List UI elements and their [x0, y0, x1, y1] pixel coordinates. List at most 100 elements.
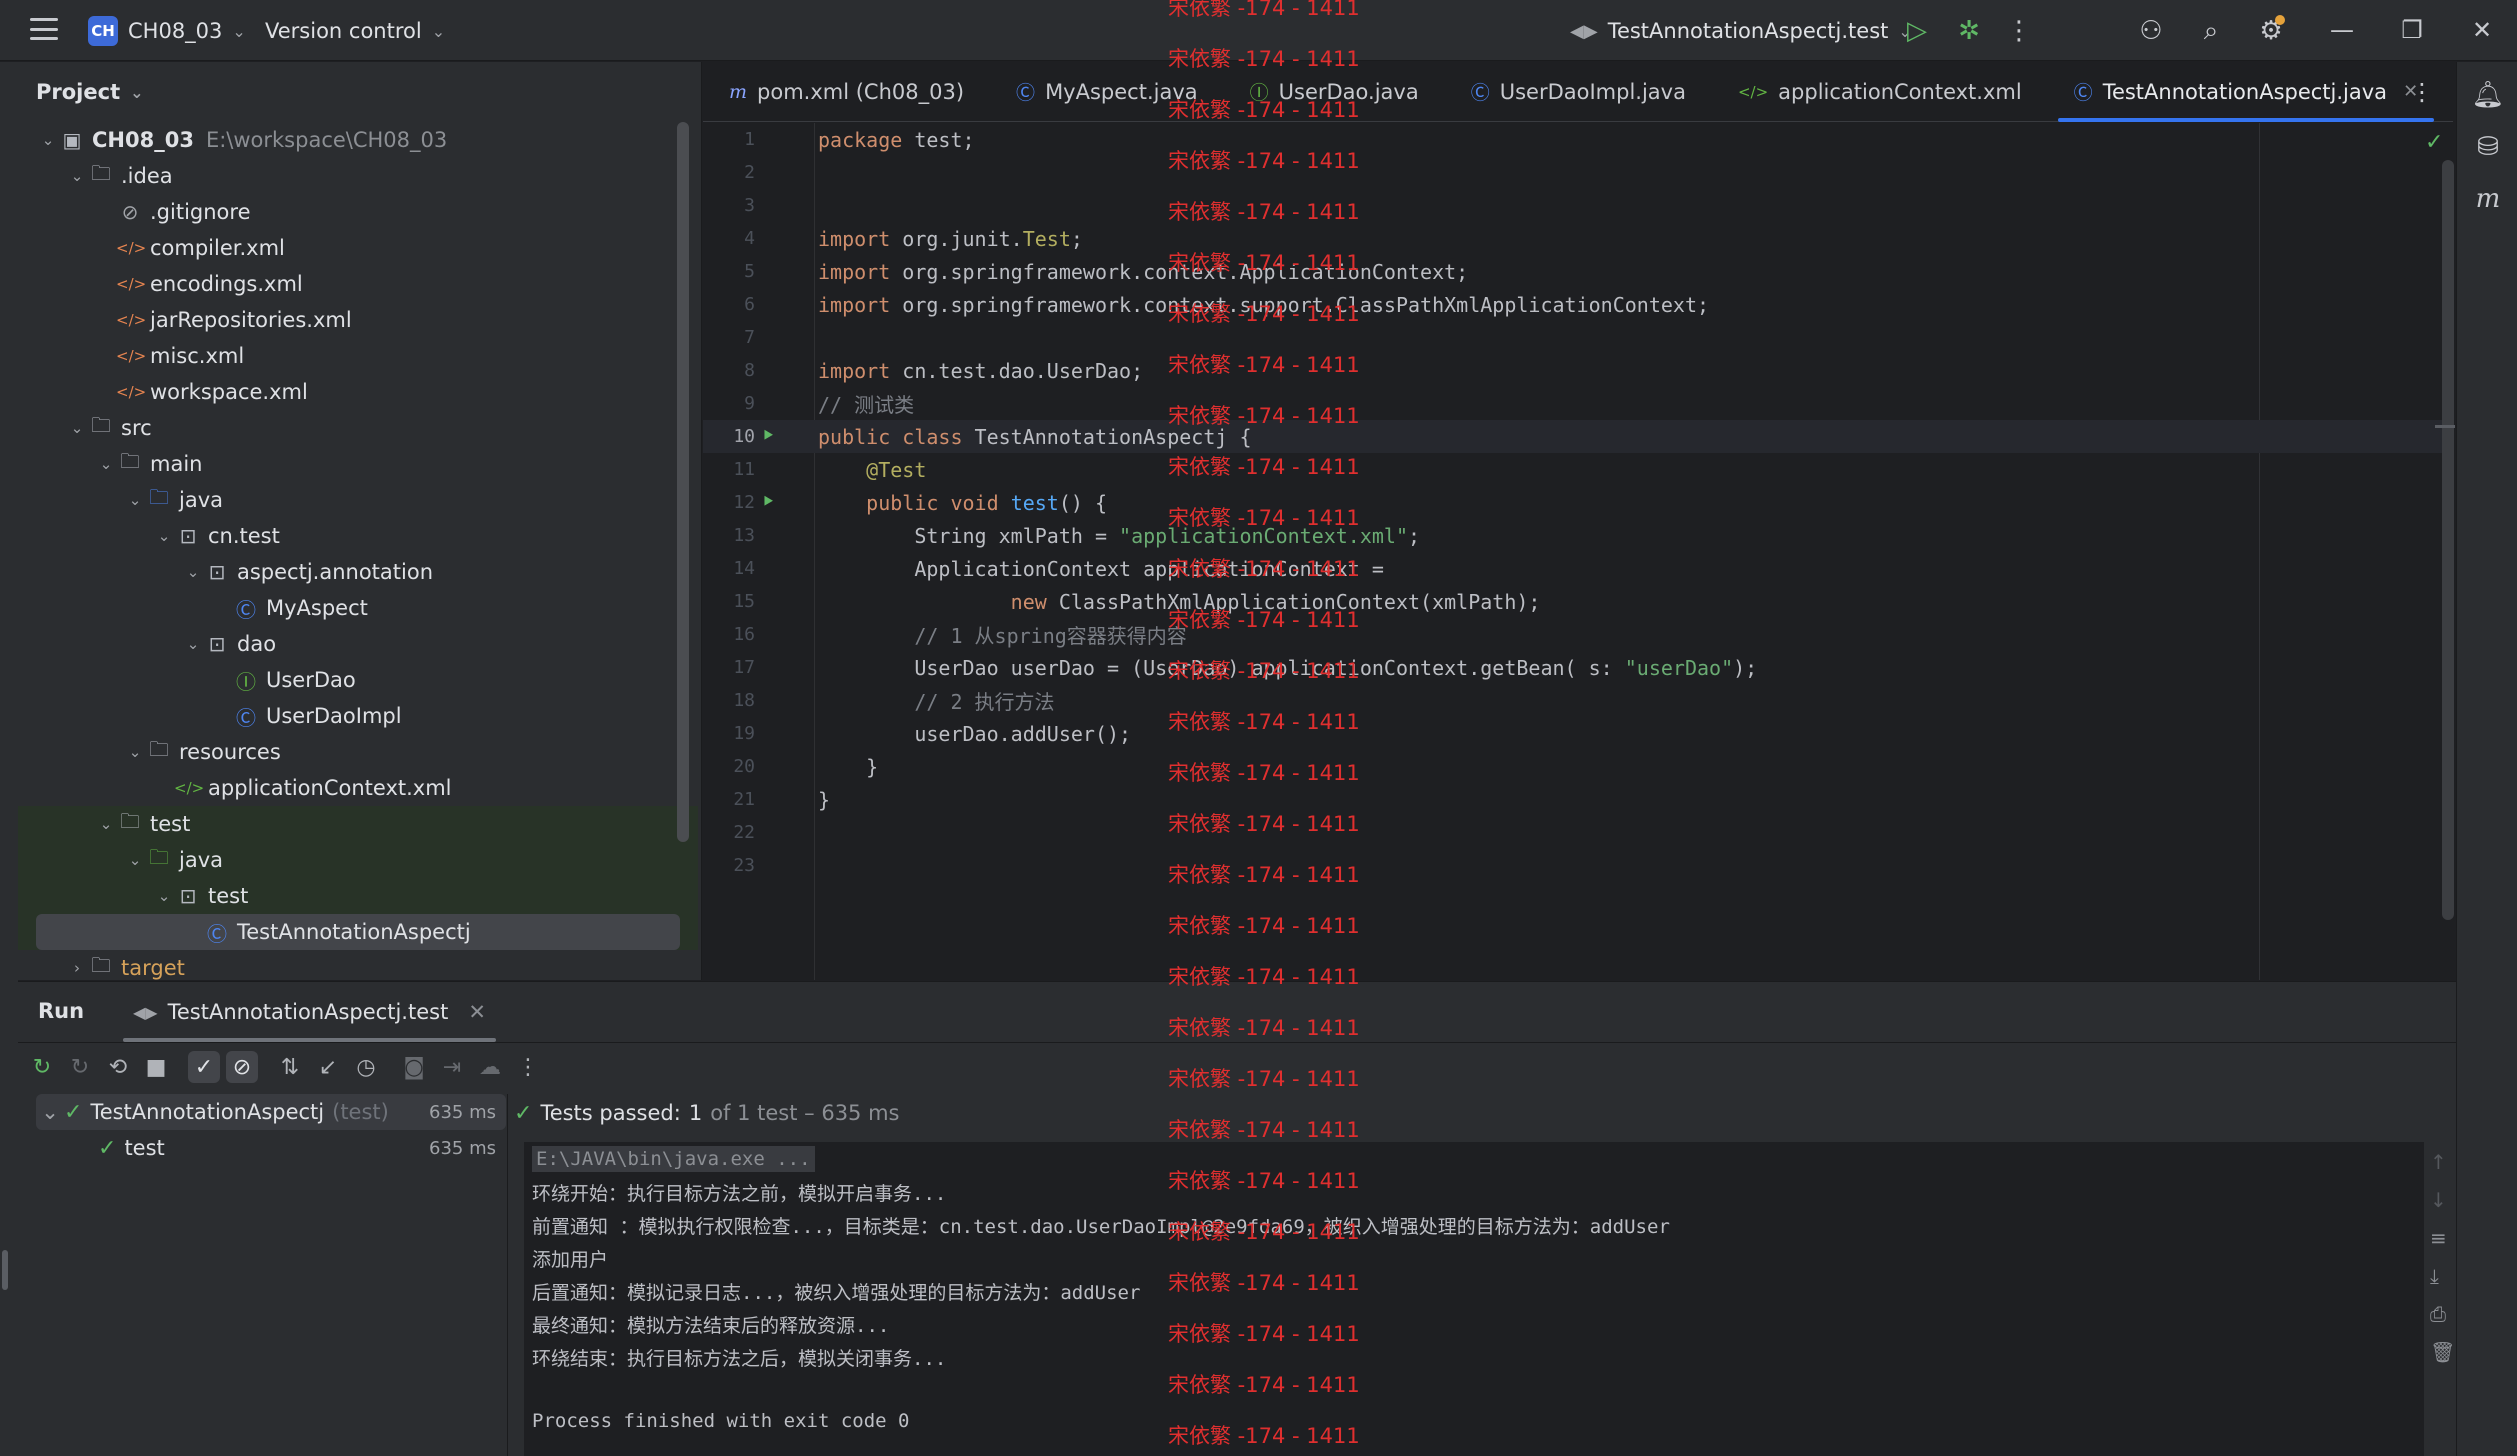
more-icon[interactable]: ⋮	[512, 1051, 544, 1083]
chevron-down-icon[interactable]: ⌄	[125, 743, 145, 761]
code-line[interactable]: 18 // 2 执行方法	[703, 684, 2453, 717]
code-line[interactable]: 11 @Test	[703, 453, 2453, 486]
chevron-down-icon[interactable]: ⌄	[125, 491, 145, 509]
show-ignored-icon[interactable]: ⊘	[226, 1051, 258, 1083]
trash-icon[interactable]: 🗑︎	[2430, 1340, 2455, 1364]
tree-node[interactable]: ⌄ ⊡ dao	[18, 626, 698, 662]
editor-tab[interactable]: m pom.xml (Ch08_03)	[703, 62, 990, 122]
chevron-down-icon[interactable]: ⌄	[125, 851, 145, 869]
run-tab[interactable]: ◀▶ TestAnnotationAspectj.test ✕	[113, 982, 506, 1042]
arrow-up-icon[interactable]: ↑	[2430, 1150, 2447, 1174]
code-line[interactable]: 2	[703, 156, 2453, 189]
project-header[interactable]: Project ⌄	[18, 62, 701, 122]
tree-node[interactable]: Ⓒ UserDaoImpl	[18, 698, 698, 734]
chevron-down-icon[interactable]: ⌄	[96, 815, 116, 833]
notifications-icon[interactable]: 🔔︎	[2472, 80, 2505, 110]
chevron-down-icon[interactable]: ⌄	[67, 419, 87, 437]
code-line[interactable]: 6 import org.springframework.context.supp…	[703, 288, 2453, 321]
tree-node[interactable]: Ⓒ MyAspect	[18, 590, 698, 626]
tree-node[interactable]: ⌄ 🗀︎ .idea	[18, 158, 698, 194]
tree-node[interactable]: Ⓘ UserDao	[18, 662, 698, 698]
code-line[interactable]: 1 package test;	[703, 123, 2453, 156]
chevron-down-icon[interactable]: ⌄	[38, 131, 58, 149]
run-test-gutter-icon[interactable]: ⯈	[761, 426, 775, 447]
more-actions-icon[interactable]: ⋮	[2002, 14, 2036, 48]
tree-node[interactable]: </> misc.xml	[18, 338, 698, 374]
editor-tab[interactable]: </> applicationContext.xml	[1712, 62, 2048, 122]
chevron-down-icon[interactable]: ⌄	[183, 635, 203, 653]
chevron-down-icon[interactable]: ⌄	[96, 455, 116, 473]
tree-node[interactable]: </> applicationContext.xml	[18, 770, 698, 806]
tree-node[interactable]: ⌄ 🗀︎ test	[18, 806, 698, 842]
project-scrollbar[interactable]	[677, 122, 689, 842]
code-line[interactable]: 19 userDao.addUser();	[703, 717, 2453, 750]
close-window-icon[interactable]: ✕	[2460, 10, 2504, 50]
tree-node[interactable]: ⌄ 🗀︎ java	[18, 482, 698, 518]
tree-node[interactable]: ⌄ ▣ CH08_03 E:\workspace\CH08_03	[18, 122, 698, 158]
inspection-ok-icon[interactable]: ✓	[2425, 130, 2443, 155]
debug-icon[interactable]: ✲	[1952, 14, 1986, 48]
tree-node[interactable]: </> workspace.xml	[18, 374, 698, 410]
code-line[interactable]: 10 ⯈ public class TestAnnotationAspectj {	[703, 420, 2453, 453]
database-icon[interactable]: ⛁	[2473, 132, 2503, 162]
run-title[interactable]: Run	[38, 999, 84, 1023]
code-line[interactable]: 4 import org.junit.Test;	[703, 222, 2453, 255]
tree-node[interactable]: ⌄ ⊡ aspectj.annotation	[18, 554, 698, 590]
code-line[interactable]: 14 ApplicationContext applicationContext…	[703, 552, 2453, 585]
editor-tab[interactable]: Ⓘ UserDao.java	[1224, 62, 1445, 122]
stop-icon[interactable]: ■	[140, 1051, 172, 1083]
history-icon[interactable]: ◷	[350, 1051, 382, 1083]
vcs-widget[interactable]: Version control ⌄	[265, 13, 445, 49]
show-passed-icon[interactable]: ✓	[188, 1051, 220, 1083]
print-icon[interactable]: ⎙	[2430, 1302, 2446, 1326]
code-line[interactable]: 8 import cn.test.dao.UserDao;	[703, 354, 2453, 387]
tree-node[interactable]: ⌄ ⊡ test	[18, 878, 698, 914]
close-icon[interactable]: ✕	[468, 1000, 486, 1024]
code-line[interactable]: 23	[703, 849, 2453, 882]
chevron-down-icon[interactable]: ⌄	[183, 563, 203, 581]
code-line[interactable]: 16 // 1 从spring容器获得内容	[703, 618, 2453, 651]
arrow-down-icon[interactable]: ↓	[2430, 1188, 2447, 1212]
import-tests-icon[interactable]: ↙	[312, 1051, 344, 1083]
export-icon[interactable]: ⇥	[436, 1051, 468, 1083]
minimize-icon[interactable]: —	[2320, 10, 2364, 50]
tabs-more-icon[interactable]: ⋮	[2410, 78, 2434, 106]
run-test-gutter-icon[interactable]: ⯈	[761, 492, 775, 513]
tree-node[interactable]: ⌄ 🗀︎ java	[18, 842, 698, 878]
tree-node[interactable]: </> compiler.xml	[18, 230, 698, 266]
restore-icon[interactable]: ❐	[2390, 10, 2434, 50]
test-suite-row[interactable]: ⌄ ✓ TestAnnotationAspectj (test) 635 ms	[36, 1094, 506, 1130]
tree-node[interactable]: › 🗀︎ target	[18, 950, 698, 980]
screenshot-icon[interactable]: ◙	[398, 1051, 430, 1083]
rerun-icon[interactable]: ↻	[26, 1051, 58, 1083]
tree-node[interactable]: Ⓒ TestAnnotationAspectj	[18, 914, 698, 950]
console-output[interactable]: E:\JAVA\bin\java.exe ... 环绕开始：执行目标方法之前，模拟…	[524, 1142, 2424, 1456]
rerun-failed-icon[interactable]: ↻	[64, 1051, 96, 1083]
editor-scrollbar[interactable]	[2442, 160, 2454, 920]
tree-node[interactable]: ⊘ .gitignore	[18, 194, 698, 230]
code-line[interactable]: 21}	[703, 783, 2453, 816]
soft-wrap-icon[interactable]: ≡	[2430, 1226, 2447, 1250]
chevron-right-icon[interactable]: ›	[67, 959, 87, 977]
maven-icon[interactable]: m	[2473, 184, 2503, 214]
code-editor[interactable]: 1 package test; 2 3 4 import org.junit.Test; 5…	[703, 123, 2453, 980]
code-line[interactable]: 9 // 测试类	[703, 387, 2453, 420]
tree-node[interactable]: </> jarRepositories.xml	[18, 302, 698, 338]
add-user-icon[interactable]: ⚇	[2134, 14, 2168, 48]
code-line[interactable]: 13 String xmlPath = "applicationContext.…	[703, 519, 2453, 552]
tree-node[interactable]: ⌄ 🗀︎ src	[18, 410, 698, 446]
project-switcher[interactable]: CH CH08_03 ⌄	[88, 13, 246, 49]
code-line[interactable]: 3	[703, 189, 2453, 222]
search-icon[interactable]: ⌕	[2194, 14, 2228, 48]
toggle-auto-test-icon[interactable]: ⟲	[102, 1051, 134, 1083]
chevron-down-icon[interactable]: ⌄	[67, 167, 87, 185]
coverage-icon[interactable]: ☁	[474, 1051, 506, 1083]
code-line[interactable]: 20 }	[703, 750, 2453, 783]
editor-tab[interactable]: Ⓒ TestAnnotationAspectj.java ✕	[2048, 62, 2444, 122]
editor-tab[interactable]: Ⓒ UserDaoImpl.java	[1445, 62, 1712, 122]
tree-node[interactable]: </> encodings.xml	[18, 266, 698, 302]
code-line[interactable]: 22	[703, 816, 2453, 849]
scroll-to-end-icon[interactable]: ⤓	[2430, 1264, 2439, 1288]
editor-tab[interactable]: Ⓒ MyAspect.java	[990, 62, 1224, 122]
tree-node[interactable]: ⌄ 🗀︎ resources	[18, 734, 698, 770]
